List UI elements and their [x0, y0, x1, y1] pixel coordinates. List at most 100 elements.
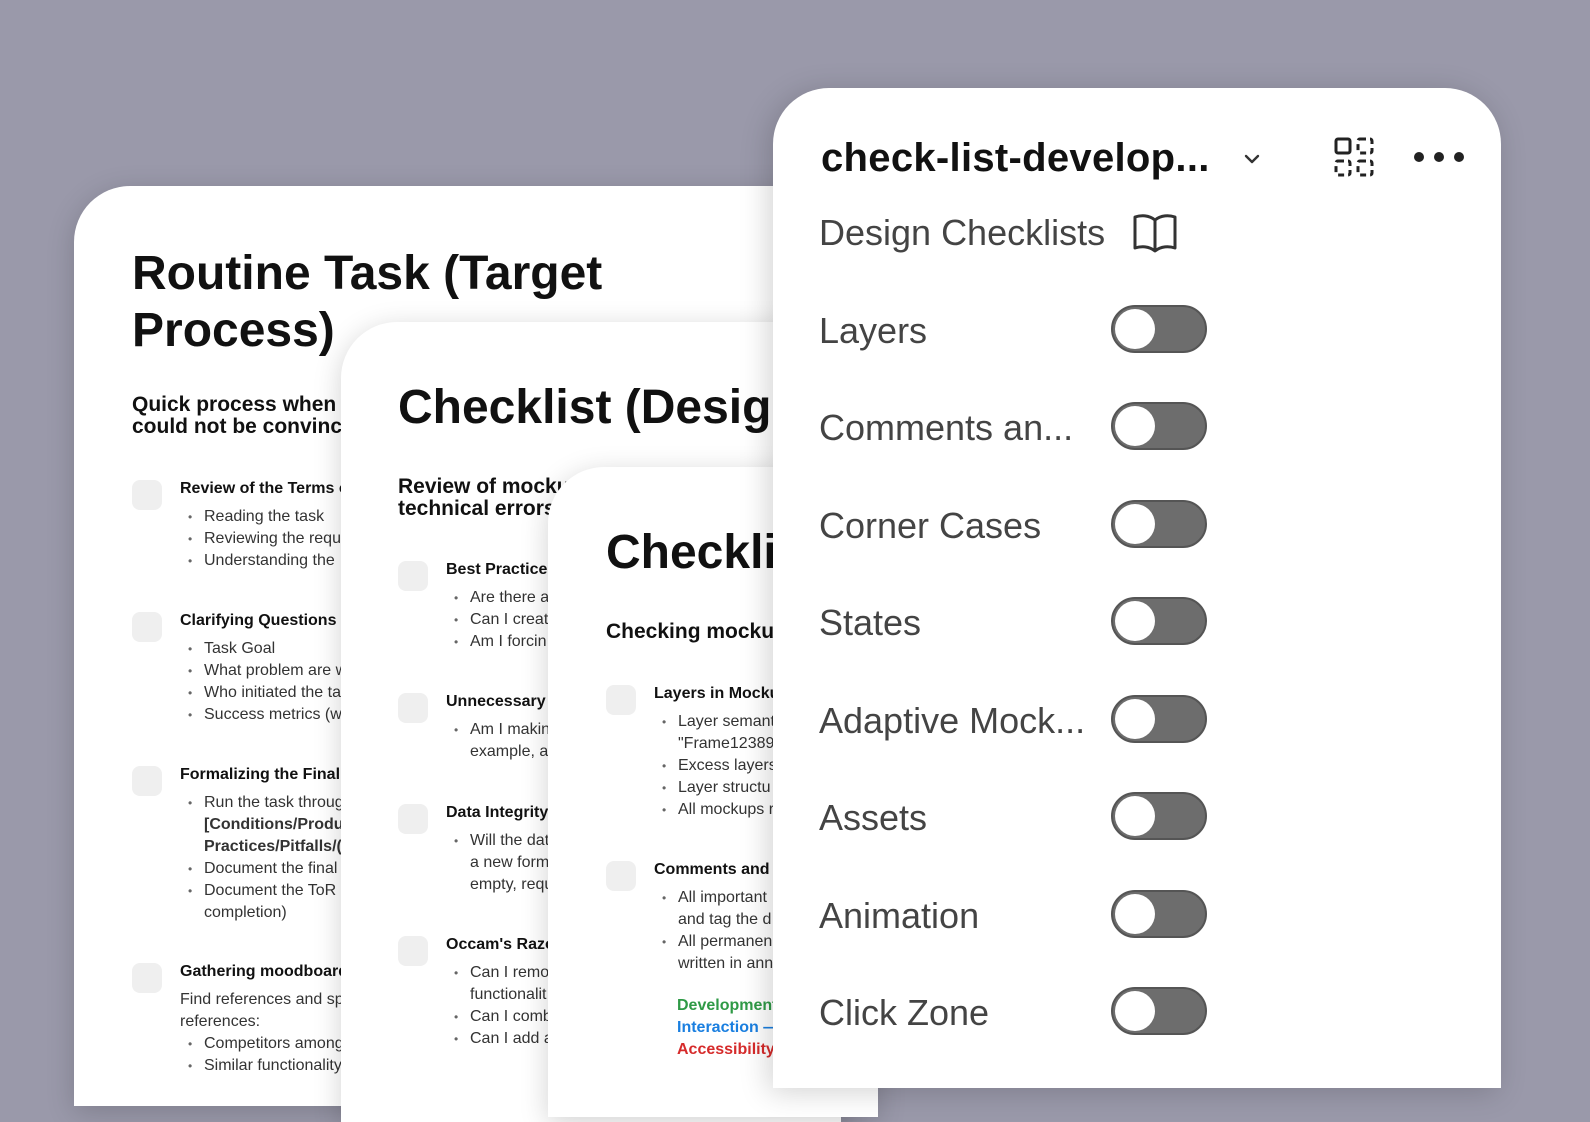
toggle-row-assets: Assets [819, 789, 1219, 849]
bullet: Similar functionality [180, 1055, 344, 1077]
item-title: Layers in Mocku [654, 685, 780, 702]
design-checklist-subtitle: Review of mocku technical errors [398, 476, 570, 520]
item-checkbox[interactable] [398, 936, 428, 966]
toggle-row-comments: Comments an... [819, 399, 1219, 459]
bullet: Who initiated the ta [180, 682, 347, 704]
item-title: Occam's Razo [446, 936, 555, 953]
category-legend: Development Interaction — Accessibility [677, 995, 779, 1061]
item-title: Gathering moodboard [180, 963, 348, 980]
bullet: Can I comb [446, 1006, 553, 1028]
bullet: Layer semant [654, 711, 777, 733]
bullet: Task Goal [180, 638, 347, 660]
item-checkbox[interactable] [132, 480, 162, 510]
bullet-continuation: completion) [204, 904, 287, 921]
item-checkbox[interactable] [606, 685, 636, 715]
item-checkbox[interactable] [398, 561, 428, 591]
legend-development: Development [677, 997, 778, 1014]
item-checkbox[interactable] [132, 963, 162, 993]
toggle-label: States [819, 602, 922, 643]
item-title: Unnecessary [446, 693, 546, 710]
checklist-subtitle: Checking mocku [606, 620, 775, 643]
bullet: Can I remo [446, 962, 553, 984]
bullet: Will the dat [446, 830, 553, 852]
bullet: Layer structu [654, 777, 777, 799]
toggle-knob [1115, 894, 1155, 934]
bullet: Competitors among [180, 1033, 344, 1055]
bullet-continuation: and tag the d [678, 911, 772, 928]
book-open-icon[interactable] [1131, 210, 1179, 254]
toggle-row-layers: Layers [819, 302, 1219, 362]
bullet: All permanen [654, 931, 773, 953]
toggle-knob [1115, 601, 1155, 641]
toggle-knob [1115, 504, 1155, 544]
bullet-continuation: empty, requ [470, 876, 554, 893]
assets-toggle[interactable] [1111, 792, 1207, 840]
item-text: Find references and sp [180, 991, 344, 1008]
toggle-label: Corner Cases [819, 505, 1042, 546]
item-title: Comments and [654, 861, 770, 878]
routine-task-subtitle: Quick process when t could not be convin… [132, 394, 349, 438]
toggle-label: Adaptive Mock... [819, 700, 1086, 741]
subtitle-line-2: could not be convinc [132, 415, 343, 438]
animation-toggle[interactable] [1111, 890, 1207, 938]
item-title: Clarifying Questions [180, 612, 337, 629]
toggle-row-click-zone: Click Zone [819, 984, 1219, 1044]
bullet-continuation: "Frame12389 [678, 735, 775, 752]
legend-interaction: Interaction — [677, 1019, 780, 1036]
bullet: Document the ToR [180, 880, 344, 902]
toggle-knob [1115, 796, 1155, 836]
item-checkbox[interactable] [398, 804, 428, 834]
toggle-knob [1115, 406, 1155, 446]
item-checkbox[interactable] [132, 766, 162, 796]
comments-toggle[interactable] [1111, 402, 1207, 450]
chevron-down-icon[interactable] [1241, 148, 1263, 170]
adaptive-mockups-toggle[interactable] [1111, 695, 1207, 743]
bullet: Run the task throug [180, 792, 344, 814]
bullet: All important [654, 887, 773, 909]
bullet-continuation: example, a [470, 743, 549, 760]
item-title: Data Integrity [446, 804, 549, 821]
item-checkbox[interactable] [132, 612, 162, 642]
subtitle-line-1: Quick process when t [132, 393, 350, 416]
toggle-label: Comments an... [819, 407, 1074, 448]
toggle-knob [1115, 309, 1155, 349]
toggle-row-states: States [819, 594, 1219, 654]
corner-cases-toggle[interactable] [1111, 500, 1207, 548]
states-toggle[interactable] [1111, 597, 1207, 645]
bullet-continuation: [Conditions/Produ [204, 816, 344, 833]
toggle-label: Layers [819, 310, 928, 351]
file-title[interactable]: check-list-develop... [821, 136, 1210, 181]
bullet: Are there a [446, 587, 549, 609]
toggle-knob [1115, 991, 1155, 1031]
item-checkbox[interactable] [398, 693, 428, 723]
layers-toggle[interactable] [1111, 305, 1207, 353]
bullet: Can I add a [446, 1028, 553, 1050]
toggle-label: Assets [819, 797, 928, 838]
bullet: Am I forcin [446, 631, 549, 653]
bullet: Reviewing the requ [180, 528, 341, 550]
bullet: Am I makin [446, 719, 550, 741]
bullet-continuation: a new form [470, 854, 550, 871]
click-zone-toggle[interactable] [1111, 987, 1207, 1035]
toggle-label: Click Zone [819, 992, 990, 1033]
item-title: Formalizing the Final [180, 766, 341, 783]
toggle-row-corner-cases: Corner Cases [819, 497, 1219, 557]
subtitle-line-1: Review of mocku [398, 475, 570, 498]
bullet: Reading the task [180, 506, 341, 528]
toggle-knob [1115, 699, 1155, 739]
item-checkbox[interactable] [606, 861, 636, 891]
section-heading: Design Checklists [819, 212, 1106, 253]
design-checklist-title: Checklist (Design [398, 381, 801, 434]
bullet-continuation: functionalit [470, 986, 547, 1003]
item-text: references: [180, 1013, 261, 1030]
subtitle-line-2: technical errors [398, 497, 556, 520]
more-horizontal-icon[interactable] [1413, 148, 1465, 166]
bullet-continuation: Practices/Pitfalls/( [204, 838, 342, 855]
qr-code-icon[interactable] [1333, 136, 1375, 178]
item-title: Best Practice [446, 561, 548, 578]
bullet: Document the final [180, 858, 344, 880]
bullet-continuation: written in ann [678, 955, 774, 972]
bullet: What problem are w [180, 660, 347, 682]
legend-accessibility: Accessibility [677, 1041, 775, 1058]
bullet: Understanding the [180, 550, 341, 572]
